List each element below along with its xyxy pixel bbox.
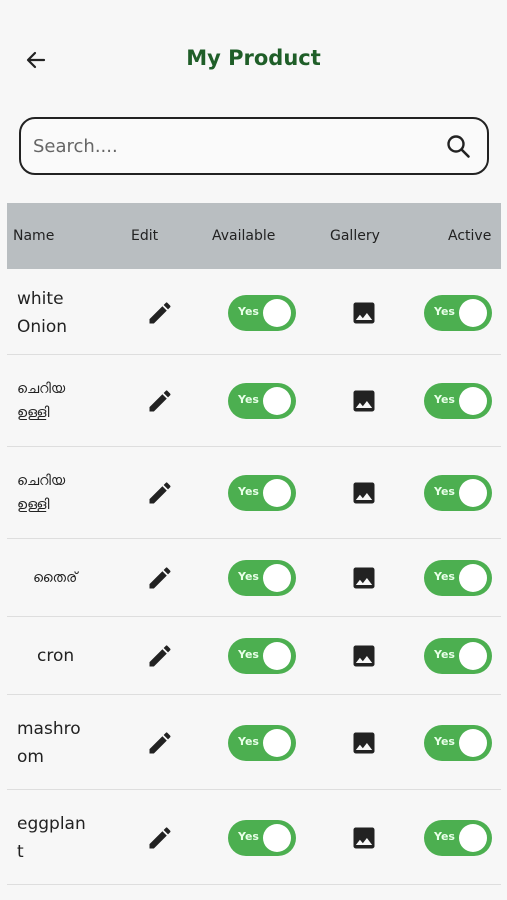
- column-header-name: Name: [13, 228, 55, 244]
- column-header-gallery: Gallery: [330, 228, 380, 244]
- gallery-button[interactable]: [350, 642, 378, 670]
- toggle-knob: [263, 387, 291, 415]
- table-row: ചെറിയ ഉള്ളി Yes Yes: [7, 355, 501, 447]
- toggle-label: Yes: [238, 304, 259, 318]
- active-toggle[interactable]: Yes: [424, 560, 492, 596]
- toggle-label: Yes: [434, 829, 455, 843]
- toggle-label: Yes: [238, 734, 259, 748]
- table-header: Name Edit Available Gallery Active: [7, 203, 501, 269]
- toggle-knob: [459, 298, 487, 327]
- active-toggle[interactable]: Yes: [424, 724, 492, 761]
- active-toggle[interactable]: Yes: [424, 819, 492, 856]
- image-icon: [353, 390, 375, 412]
- available-toggle[interactable]: Yes: [228, 383, 296, 419]
- available-toggle[interactable]: Yes: [228, 560, 296, 596]
- toggle-knob: [459, 823, 487, 852]
- toggle-knob: [459, 728, 487, 757]
- pencil-icon: [149, 731, 171, 753]
- toggle-label: Yes: [434, 393, 455, 406]
- column-header-edit: Edit: [131, 228, 159, 244]
- toggle-label: Yes: [238, 485, 259, 498]
- product-name: eggplan t: [17, 813, 86, 862]
- table-row: തൈര് Yes Yes: [7, 539, 501, 617]
- column-header-available: Available: [212, 228, 276, 244]
- toggle-knob: [459, 564, 487, 592]
- edit-button[interactable]: [146, 564, 174, 592]
- gallery-button[interactable]: [350, 299, 378, 327]
- pencil-icon: [149, 390, 171, 412]
- search-icon: [447, 135, 470, 158]
- image-icon: [353, 732, 375, 753]
- gallery-button[interactable]: [350, 387, 378, 415]
- image-icon: [353, 827, 375, 848]
- pencil-icon: [149, 482, 171, 504]
- toggle-knob: [459, 642, 487, 670]
- toggle-label: Yes: [238, 648, 259, 661]
- toggle-label: Yes: [238, 829, 259, 843]
- gallery-button[interactable]: [350, 564, 378, 592]
- table-row: mashro om Yes Yes: [7, 695, 501, 790]
- gallery-button[interactable]: [350, 729, 378, 757]
- table-row: white Onion Yes Yes: [7, 270, 501, 355]
- product-name: mashro om: [17, 718, 81, 767]
- pencil-icon: [149, 567, 171, 589]
- available-toggle[interactable]: Yes: [228, 638, 296, 674]
- toggle-label: Yes: [434, 304, 455, 318]
- toggle-knob: [263, 564, 291, 592]
- edit-button[interactable]: [146, 729, 174, 757]
- search-bar: [19, 117, 489, 175]
- toggle-label: Yes: [434, 648, 455, 661]
- image-icon: [353, 302, 375, 323]
- toggle-knob: [263, 823, 291, 852]
- edit-button[interactable]: [146, 299, 174, 327]
- available-toggle[interactable]: Yes: [228, 475, 296, 511]
- toggle-label: Yes: [434, 570, 455, 583]
- edit-button[interactable]: [146, 642, 174, 670]
- pencil-icon: [149, 645, 171, 667]
- search-input[interactable]: [33, 119, 433, 173]
- gallery-button[interactable]: [350, 479, 378, 507]
- page-title: My Product: [186, 46, 321, 70]
- pencil-icon: [149, 826, 171, 848]
- available-toggle[interactable]: Yes: [228, 294, 296, 331]
- toggle-label: Yes: [238, 570, 259, 583]
- toggle-label: Yes: [238, 393, 259, 406]
- toggle-knob: [459, 479, 487, 507]
- toggle-label: Yes: [434, 734, 455, 748]
- active-toggle[interactable]: Yes: [424, 638, 492, 674]
- toggle-knob: [263, 728, 291, 757]
- gallery-button[interactable]: [350, 824, 378, 852]
- table-row: cron Yes Yes: [7, 617, 501, 695]
- table-row: eggplan t Yes Yes: [7, 790, 501, 885]
- edit-button[interactable]: [146, 479, 174, 507]
- product-name: cron: [37, 646, 75, 666]
- active-toggle[interactable]: Yes: [424, 475, 492, 511]
- product-name: തൈര്: [33, 570, 78, 586]
- app-header: My Product: [0, 0, 507, 110]
- pencil-icon: [149, 301, 171, 323]
- edit-button[interactable]: [146, 387, 174, 415]
- column-header-active: Active: [448, 228, 492, 244]
- search-button[interactable]: [445, 133, 473, 161]
- image-icon: [353, 482, 375, 504]
- active-toggle[interactable]: Yes: [424, 294, 492, 331]
- toggle-label: Yes: [434, 485, 455, 498]
- toggle-knob: [263, 642, 291, 670]
- edit-button[interactable]: [146, 824, 174, 852]
- toggle-knob: [263, 479, 291, 507]
- toggle-knob: [263, 298, 291, 327]
- image-icon: [353, 645, 375, 667]
- available-toggle[interactable]: Yes: [228, 819, 296, 856]
- product-name: ചെറിയ ഉള്ളി: [17, 473, 66, 513]
- image-icon: [353, 567, 375, 589]
- product-name: white Onion: [17, 288, 68, 337]
- active-toggle[interactable]: Yes: [424, 383, 492, 419]
- product-name: ചെറിയ ഉള്ളി: [17, 381, 66, 421]
- table-row: ചെറിയ ഉള്ളി Yes Yes: [7, 447, 501, 539]
- available-toggle[interactable]: Yes: [228, 724, 296, 761]
- toggle-knob: [459, 387, 487, 415]
